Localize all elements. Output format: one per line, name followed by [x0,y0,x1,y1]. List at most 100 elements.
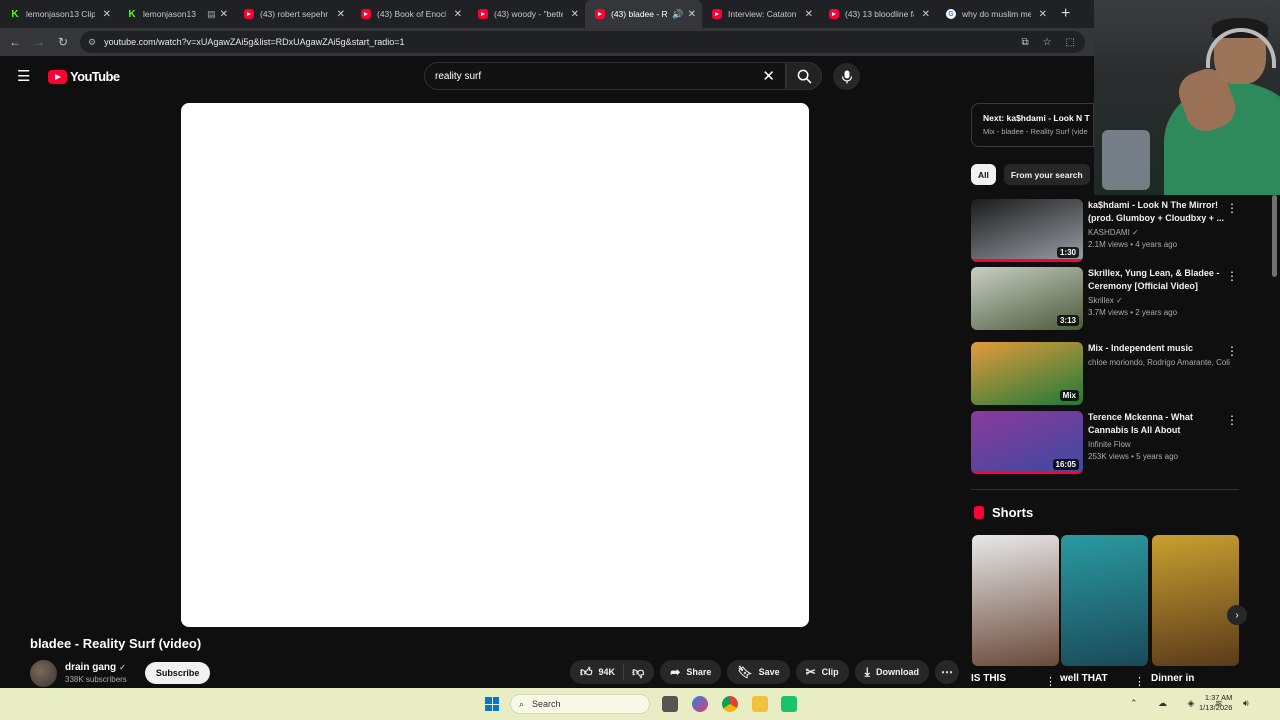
recommendation-title[interactable]: Terence Mckenna - What Cannabis Is All A… [1088,411,1230,437]
recommendation-item[interactable]: 1:30 ka$hdami - Look N The Mirror! (prod.… [971,199,1246,263]
browser-tab[interactable]: Gwhy do muslim me ✕ [936,0,1053,28]
extensions-icon[interactable]: ⬚ [1066,37,1075,48]
more-vertical-icon[interactable]: ⋮ [1226,201,1238,215]
close-tab-icon[interactable]: ✕ [805,9,813,20]
windows-taskbar: ⌕ Search ⌃ ☁ ◈ ≋ 🔊︎ 1:37 AM 1/13/2026 [0,688,1280,720]
close-tab-icon[interactable]: ✕ [220,9,228,20]
next-up-card[interactable]: Next: ka$hdami - Look N T Mix - bladee -… [971,103,1094,147]
taskbar-clock[interactable]: 1:37 AM 1/13/2026 [1199,693,1232,713]
browser-tab[interactable]: (43) Book of Enoch ✕ [351,0,468,28]
taskbar-search[interactable]: ⌕ Search [510,694,650,714]
divider [971,489,1239,490]
short-thumbnail[interactable] [1152,535,1239,666]
browser-tab[interactable]: (43) bladee - Re 🔊 ✕ [585,0,702,28]
close-tab-icon[interactable]: ✕ [454,9,462,20]
recommendation-title[interactable]: ka$hdami - Look N The Mirror! (prod. Glu… [1088,199,1230,225]
channel-name-row[interactable]: drain gang ✓ [65,662,127,673]
channel-name[interactable]: Infinite Flow [1088,440,1131,449]
browser-tab[interactable]: Klemonjason13 ▤ ✕ [117,0,234,28]
task-view-icon[interactable] [662,696,678,712]
browser-tab[interactable]: (43) woody - "bette ✕ [468,0,585,28]
recommendation-item[interactable]: 3:13 Skrillex, Yung Lean, & Bladee - Cere… [971,267,1246,331]
dislike-button[interactable]: 👎︎ [624,665,654,680]
voice-search-button[interactable] [833,63,860,90]
close-tab-icon[interactable]: ✕ [922,9,930,20]
page-scrollbar[interactable] [1272,195,1277,277]
like-button[interactable]: 👍︎ 94K [570,664,625,680]
recommendation-channel[interactable]: Skrillex ✓ [1088,296,1230,305]
search-button[interactable] [786,62,822,90]
app-icon[interactable] [781,696,797,712]
recommendation-item[interactable]: Mix Mix - Independent music chloe moriondo… [971,342,1246,406]
short-title[interactable]: Dinner in [1151,673,1194,684]
browser-tab[interactable]: (43) 13 bloodline fa ✕ [819,0,936,28]
browser-tab[interactable]: Interview: Catatonic ✕ [702,0,819,28]
youtube-logo[interactable]: YouTube [48,69,120,84]
video-thumbnail[interactable]: 16:05 [971,411,1083,474]
close-tab-icon[interactable]: ✕ [337,9,345,20]
menu-icon[interactable]: ☰ [17,69,31,84]
reload-icon[interactable]: ↻ [51,35,75,49]
forward-icon[interactable]: → [27,35,51,49]
shorts-title: Shorts [992,505,1034,520]
windows-start-icon[interactable] [485,697,499,711]
short-thumbnail[interactable] [1061,535,1148,666]
next-up-title: Next: ka$hdami - Look N T [983,113,1090,123]
url-text: youtube.com/watch?v=xUAgawZAi5g&list=RDx… [104,37,405,47]
short-thumbnail[interactable] [972,535,1059,666]
channel-name[interactable]: KASHDAMI [1088,228,1130,237]
file-explorer-icon[interactable] [752,696,768,712]
video-player[interactable] [181,103,809,627]
more-vertical-icon[interactable]: ⋮ [1045,675,1056,688]
site-info-icon[interactable]: ⚙ [88,37,96,48]
download-button[interactable]: ⤓ Download [854,660,929,684]
clip-button[interactable]: ✂ Clip [795,660,849,684]
clock-time: 1:37 AM [1204,693,1233,702]
more-vertical-icon[interactable]: ⋮ [1226,344,1238,358]
short-title[interactable]: well THAT [1060,673,1108,684]
close-tab-icon[interactable]: ✕ [1039,9,1047,20]
chrome-icon[interactable] [722,696,738,712]
more-vertical-icon[interactable]: ⋮ [1226,413,1238,427]
channel-name[interactable]: drain gang [65,662,116,673]
back-icon[interactable]: ← [3,35,27,49]
video-thumbnail[interactable]: Mix [971,342,1083,405]
channel-avatar[interactable] [30,659,57,687]
chip-from-your-search[interactable]: From your search [1003,164,1090,185]
kick-icon: K [11,8,19,20]
share-button[interactable]: ➦ Share [660,660,722,684]
subscribe-button[interactable]: Subscribe [144,662,211,684]
recommendation-channel[interactable]: chloe moriondo, Rodrigo Amarante, Colin.… [1088,358,1230,367]
video-thumbnail[interactable]: 3:13 [971,267,1083,330]
channel-name[interactable]: Skrillex [1088,296,1114,305]
search-input[interactable]: reality surf ✕ [424,62,786,90]
new-tab-button[interactable]: + [1061,5,1070,23]
recommendation-title[interactable]: Mix - Independent music [1088,342,1230,355]
more-vertical-icon[interactable]: ⋮ [1226,269,1238,283]
copilot-icon[interactable] [692,696,708,712]
recommendation-title[interactable]: Skrillex, Yung Lean, & Bladee - Ceremony… [1088,267,1230,293]
address-bar[interactable]: ⚙ youtube.com/watch?v=xUAgawZAi5g&list=R… [80,31,1085,53]
install-icon[interactable]: ⧉ [1021,37,1028,48]
more-actions-button[interactable]: ⋯ [934,660,959,684]
recommendation-channel[interactable]: KASHDAMI ✓ [1088,228,1230,237]
short-title[interactable]: IS THIS [971,673,1006,684]
recommendation-item[interactable]: 16:05 Terence Mckenna - What Cannabis Is … [971,411,1246,475]
like-count: 94K [598,667,616,677]
more-vertical-icon[interactable]: ⋮ [1134,675,1145,688]
chip-all[interactable]: All [971,164,996,185]
system-tray[interactable]: ⌃ ☁ ◈ ≋ 🔊︎ [1130,698,1258,709]
save-button[interactable]: 🔖︎ Save [727,660,790,684]
browser-tab[interactable]: (43) robert sepehr ✕ [234,0,351,28]
channel-name[interactable]: chloe moriondo, Rodrigo Amarante, Colin.… [1088,358,1230,367]
recommendation-channel[interactable]: Infinite Flow [1088,440,1230,449]
close-tab-icon[interactable]: ✕ [688,9,696,20]
browser-tab[interactable]: Klemonjason13 Clips ✕ [0,0,117,28]
clear-search-icon[interactable]: ✕ [762,67,775,85]
youtube-icon [712,9,722,19]
bookmark-star-icon[interactable]: ☆ [1043,37,1052,48]
close-tab-icon[interactable]: ✕ [571,9,579,20]
video-thumbnail[interactable]: 1:30 [971,199,1083,262]
shorts-next-button[interactable]: › [1227,605,1247,625]
close-tab-icon[interactable]: ✕ [103,9,111,20]
